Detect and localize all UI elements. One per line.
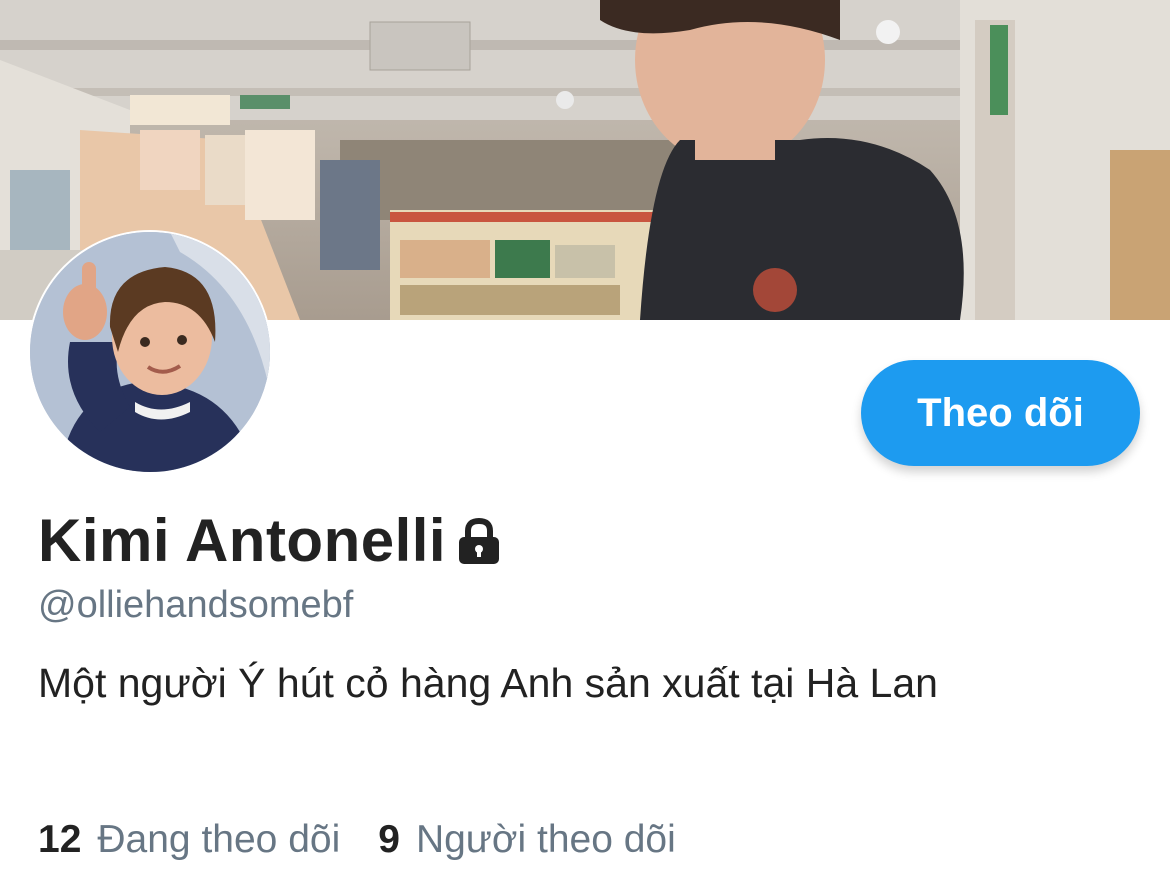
lock-icon <box>456 517 502 571</box>
follow-button[interactable]: Theo dõi <box>861 360 1140 466</box>
following-count: 12 <box>38 818 82 861</box>
avatar-image <box>30 232 270 472</box>
profile-name-row: Kimi Antonelli <box>38 505 502 577</box>
follow-stats: 12 Đang theo dõi 9 Người theo dõi <box>38 816 676 864</box>
profile-bio: Một người Ý hút cỏ hàng Anh sản xuất tại… <box>38 660 938 706</box>
following-label: Đang theo dõi <box>97 818 341 861</box>
followers-count: 9 <box>378 818 400 861</box>
following-stat[interactable]: 12 Đang theo dõi <box>38 816 340 864</box>
followers-label: Người theo dõi <box>415 818 676 861</box>
avatar[interactable] <box>28 230 272 474</box>
display-name: Kimi Antonelli <box>38 507 447 574</box>
username-handle: @olliehandsomebf <box>38 584 354 626</box>
followers-stat[interactable]: 9 Người theo dõi <box>378 816 676 864</box>
